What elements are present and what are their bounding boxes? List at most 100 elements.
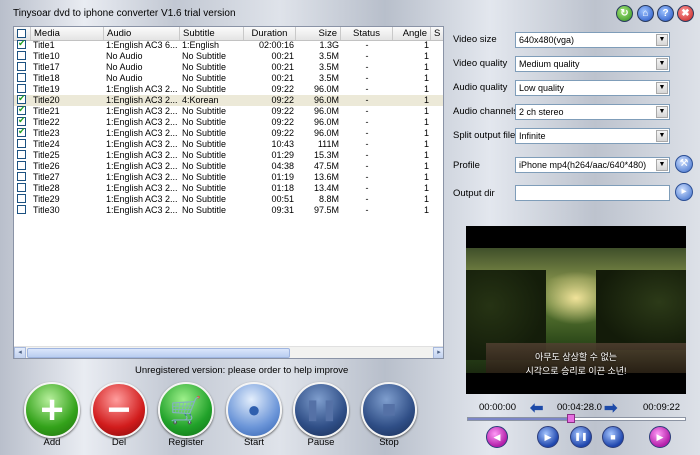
step-back-button[interactable]: ⬅ bbox=[530, 398, 543, 418]
seek-thumb[interactable] bbox=[567, 414, 575, 423]
table-row[interactable]: Title29 1:English AC3 2... No Subtitle 00:5… bbox=[14, 194, 443, 205]
delete-button[interactable]: − bbox=[91, 382, 147, 438]
table-row[interactable]: Title18 No Audio No Subtitle 00:21 3.5M - 1 bbox=[14, 73, 443, 84]
cell-media: Title22 bbox=[33, 117, 60, 127]
window-title: Tinysoar dvd to iphone converter V1.6 tr… bbox=[13, 8, 236, 19]
table-row[interactable]: Title28 1:English AC3 2... No Subtitle 01:1… bbox=[14, 183, 443, 194]
close-button[interactable]: ✖ bbox=[677, 5, 694, 22]
row-checkbox[interactable] bbox=[17, 104, 26, 115]
table-row[interactable]: Title19 1:English AC3 2... No Subtitle 09:2… bbox=[14, 84, 443, 95]
output-dir-input[interactable] bbox=[515, 185, 670, 201]
column-header-angle[interactable]: Angle bbox=[393, 27, 431, 40]
next-button[interactable]: ▶ bbox=[649, 426, 671, 448]
cell-subtitle: No Subtitle bbox=[182, 161, 227, 171]
play-button[interactable]: ▶ bbox=[537, 426, 559, 448]
row-checkbox[interactable] bbox=[17, 205, 26, 214]
cell-subtitle: No Subtitle bbox=[182, 172, 227, 182]
time-current: 00:04:28.0 bbox=[557, 402, 602, 413]
video-quality-select[interactable]: Medium quality ▼ bbox=[515, 56, 670, 72]
add-button[interactable]: + bbox=[24, 382, 80, 438]
column-header-duration[interactable]: Duration bbox=[244, 27, 296, 40]
plus-icon: + bbox=[40, 388, 64, 432]
play-icon: ▶ bbox=[544, 432, 552, 442]
cell-subtitle: No Subtitle bbox=[182, 51, 227, 61]
scroll-left-button[interactable]: ◂ bbox=[14, 347, 26, 358]
stop-icon: ■ bbox=[610, 432, 616, 442]
table-row[interactable]: Title21 1:English AC3 2... No Subtitle 09:2… bbox=[14, 104, 443, 117]
cell-duration: 09:22 bbox=[271, 95, 294, 105]
profile-select[interactable]: iPhone mp4(h264/aac/640*480) ▼ bbox=[515, 157, 670, 173]
cell-size: 47.5M bbox=[313, 161, 339, 171]
help-button[interactable]: ? bbox=[657, 5, 674, 22]
table-row[interactable]: Title22 1:English AC3 2... No Subtitle 09:2… bbox=[14, 115, 443, 128]
delete-label: Del bbox=[111, 437, 127, 448]
row-checkbox[interactable] bbox=[17, 84, 26, 93]
column-header-audio[interactable]: Audio bbox=[104, 27, 180, 40]
audio-quality-select[interactable]: Low quality ▼ bbox=[515, 80, 670, 96]
row-checkbox[interactable] bbox=[17, 40, 26, 49]
select-all-checkbox[interactable] bbox=[17, 29, 26, 38]
start-button[interactable]: ● bbox=[226, 382, 282, 438]
register-button[interactable]: 🛒 bbox=[158, 382, 214, 438]
table-row[interactable]: Title1 1:English AC3 6... 1:English 02:00:1… bbox=[14, 40, 443, 51]
video-size-select[interactable]: 640x480(vga) ▼ bbox=[515, 32, 670, 48]
column-header-status[interactable]: Status bbox=[341, 27, 393, 40]
scroll-right-button[interactable]: ▸ bbox=[433, 347, 443, 358]
row-checkbox[interactable] bbox=[17, 150, 26, 159]
row-checkbox[interactable] bbox=[17, 51, 26, 60]
row-checkbox[interactable] bbox=[17, 73, 26, 82]
cell-angle: 1 bbox=[423, 40, 429, 50]
chevron-down-icon: ▼ bbox=[656, 82, 668, 94]
horizontal-scrollbar[interactable]: ◂ ▸ bbox=[14, 346, 443, 358]
cell-duration: 01:19 bbox=[271, 172, 294, 182]
row-checkbox[interactable] bbox=[17, 62, 26, 71]
preview-frame: 아무도 상상할 수 없는 시각으로 승리로 이끈 소년! bbox=[466, 248, 686, 376]
cell-angle: 1 bbox=[423, 73, 429, 83]
pause-button[interactable]: ❚❚ bbox=[293, 382, 349, 438]
stop-button[interactable]: ■ bbox=[361, 382, 417, 438]
prev-button[interactable]: ◀ bbox=[486, 426, 508, 448]
column-header-s[interactable]: S bbox=[431, 27, 443, 40]
cell-duration: 09:22 bbox=[271, 117, 294, 127]
table-row[interactable]: Title20 1:English AC3 2... 4:Korean 09:22 96… bbox=[14, 93, 443, 106]
seek-bar[interactable] bbox=[467, 417, 686, 421]
table-row[interactable]: Title30 1:English AC3 2... No Subtitle 09:3… bbox=[14, 205, 443, 216]
row-checkbox[interactable] bbox=[17, 93, 26, 104]
refresh-button[interactable]: ↻ bbox=[616, 5, 633, 22]
column-header-size[interactable]: Size bbox=[296, 27, 341, 40]
row-checkbox[interactable] bbox=[17, 183, 26, 192]
cell-duration: 00:21 bbox=[271, 62, 294, 72]
table-row[interactable]: Title27 1:English AC3 2... No Subtitle 01:1… bbox=[14, 172, 443, 183]
cell-audio: No Audio bbox=[106, 73, 143, 83]
player-pause-button[interactable]: ❚❚ bbox=[570, 426, 592, 448]
table-row[interactable]: Title23 1:English AC3 2... No Subtitle 09:2… bbox=[14, 126, 443, 139]
column-header-media[interactable]: Media bbox=[31, 27, 104, 40]
minus-icon: − bbox=[107, 388, 131, 432]
player-stop-button[interactable]: ■ bbox=[602, 426, 624, 448]
cell-size: 96.0M bbox=[313, 128, 339, 138]
row-checkbox[interactable] bbox=[17, 139, 26, 148]
cell-audio: 1:English AC3 2... bbox=[106, 194, 178, 204]
step-forward-button[interactable]: ➡ bbox=[604, 398, 617, 418]
row-checkbox[interactable] bbox=[17, 172, 26, 181]
cell-angle: 1 bbox=[423, 161, 429, 171]
row-checkbox[interactable] bbox=[17, 194, 26, 203]
home-button[interactable]: ⌂ bbox=[637, 5, 654, 22]
table-row[interactable]: Title26 1:English AC3 2... No Subtitle 04:3… bbox=[14, 161, 443, 172]
audio-channels-select[interactable]: 2 ch stereo ▼ bbox=[515, 104, 670, 120]
cell-angle: 1 bbox=[423, 194, 429, 204]
table-row[interactable]: Title10 No Audio No Subtitle 00:21 3.5M - 1 bbox=[14, 51, 443, 62]
row-checkbox[interactable] bbox=[17, 161, 26, 170]
table-row[interactable]: Title24 1:English AC3 2... No Subtitle 10:4… bbox=[14, 139, 443, 150]
table-row[interactable]: Title17 No Audio No Subtitle 00:21 3.5M - 1 bbox=[14, 62, 443, 73]
start-label: Start bbox=[243, 437, 265, 448]
table-row[interactable]: Title25 1:English AC3 2... No Subtitle 01:2… bbox=[14, 150, 443, 161]
profile-settings-button[interactable]: ⚒ bbox=[675, 155, 693, 173]
split-output-select[interactable]: Infinite ▼ bbox=[515, 128, 670, 144]
scroll-thumb[interactable] bbox=[27, 348, 290, 358]
row-checkbox[interactable] bbox=[17, 115, 26, 126]
column-header-subtitle[interactable]: Subtitle bbox=[180, 27, 244, 40]
browse-folder-button[interactable]: ▸ bbox=[675, 183, 693, 201]
cell-media: Title1 bbox=[33, 40, 55, 50]
row-checkbox[interactable] bbox=[17, 126, 26, 137]
